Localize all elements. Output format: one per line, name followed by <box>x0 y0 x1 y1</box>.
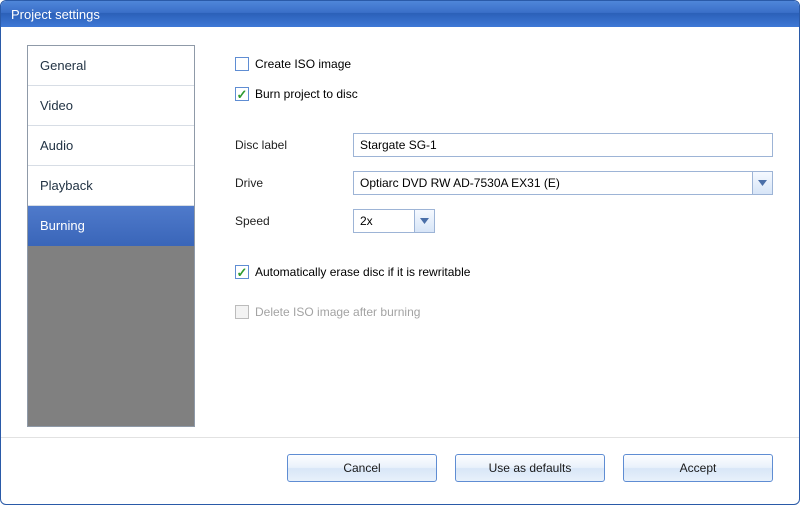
create-iso-checkbox[interactable] <box>235 57 249 71</box>
check-icon: ✓ <box>237 88 248 101</box>
drive-label: Drive <box>235 176 353 190</box>
create-iso-row[interactable]: Create ISO image <box>235 51 773 77</box>
sidebar-item-label: Playback <box>40 178 93 193</box>
speed-dropdown-button[interactable] <box>414 210 434 232</box>
drive-dropdown-button[interactable] <box>752 172 772 194</box>
settings-sidebar: General Video Audio Playback Burning <box>27 45 195 427</box>
sidebar-item-label: Audio <box>40 138 73 153</box>
window-body: General Video Audio Playback Burning Cre… <box>1 27 799 437</box>
dialog-footer: Cancel Use as defaults Accept <box>1 437 799 504</box>
speed-combo[interactable]: 2x <box>353 209 435 233</box>
delete-iso-label: Delete ISO image after burning <box>255 305 420 319</box>
sidebar-fill <box>28 246 194 426</box>
window-title: Project settings <box>11 7 100 22</box>
drive-combo[interactable]: Optiarc DVD RW AD-7530A EX31 (E) <box>353 171 773 195</box>
burn-project-checkbox[interactable]: ✓ <box>235 87 249 101</box>
use-defaults-button[interactable]: Use as defaults <box>455 454 605 482</box>
check-icon: ✓ <box>237 266 248 279</box>
burn-project-label: Burn project to disc <box>255 87 358 101</box>
sidebar-item-playback[interactable]: Playback <box>28 166 194 206</box>
auto-erase-row[interactable]: ✓ Automatically erase disc if it is rewr… <box>235 259 773 285</box>
chevron-down-icon <box>758 180 767 186</box>
drive-value: Optiarc DVD RW AD-7530A EX31 (E) <box>360 176 560 190</box>
burning-panel: Create ISO image ✓ Burn project to disc … <box>235 45 773 427</box>
sidebar-item-label: Video <box>40 98 73 113</box>
delete-iso-checkbox <box>235 305 249 319</box>
titlebar[interactable]: Project settings <box>1 1 799 27</box>
sidebar-item-label: General <box>40 58 86 73</box>
project-settings-window: Project settings General Video Audio Pla… <box>0 0 800 505</box>
accept-button[interactable]: Accept <box>623 454 773 482</box>
button-label: Use as defaults <box>489 461 572 475</box>
button-label: Cancel <box>343 461 380 475</box>
sidebar-item-general[interactable]: General <box>28 46 194 86</box>
burn-project-row[interactable]: ✓ Burn project to disc <box>235 81 773 107</box>
cancel-button[interactable]: Cancel <box>287 454 437 482</box>
sidebar-item-video[interactable]: Video <box>28 86 194 126</box>
burn-form: Disc label Drive Optiarc DVD RW AD-7530A… <box>235 133 773 233</box>
auto-erase-checkbox[interactable]: ✓ <box>235 265 249 279</box>
chevron-down-icon <box>420 218 429 224</box>
speed-label: Speed <box>235 214 353 228</box>
disc-label-label: Disc label <box>235 138 353 152</box>
create-iso-label: Create ISO image <box>255 57 351 71</box>
delete-iso-row: Delete ISO image after burning <box>235 299 773 325</box>
speed-value: 2x <box>360 214 373 228</box>
sidebar-item-burning[interactable]: Burning <box>28 206 194 246</box>
disc-label-input[interactable] <box>353 133 773 157</box>
button-label: Accept <box>680 461 717 475</box>
auto-erase-label: Automatically erase disc if it is rewrit… <box>255 265 470 279</box>
sidebar-item-label: Burning <box>40 218 85 233</box>
sidebar-item-audio[interactable]: Audio <box>28 126 194 166</box>
